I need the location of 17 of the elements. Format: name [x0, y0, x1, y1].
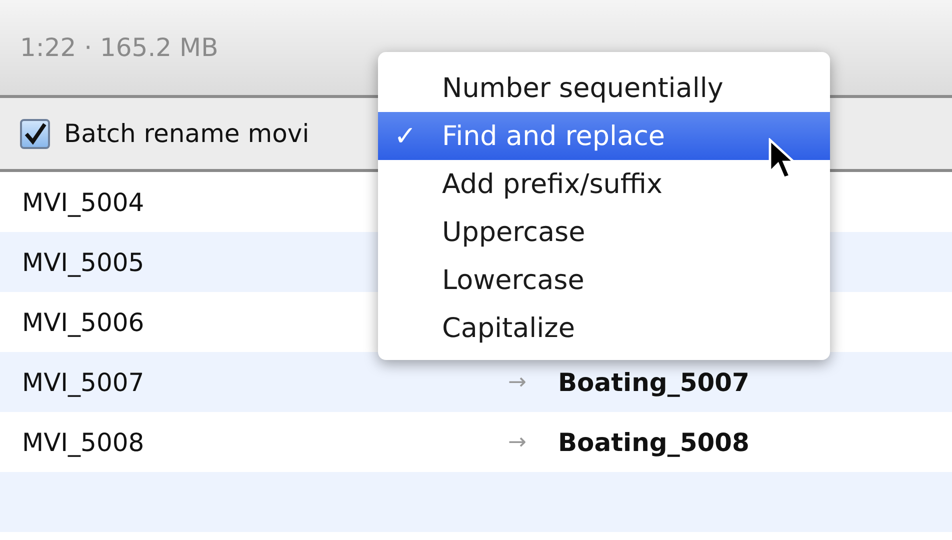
- original-name: MVI_5007: [22, 368, 146, 396]
- menu-item[interactable]: Lowercase: [378, 256, 830, 304]
- movie-info: 1:22 · 165.2 MB: [20, 33, 218, 62]
- menu-item[interactable]: ✓ Find and replace: [378, 112, 830, 160]
- menu-item[interactable]: Number sequentially: [378, 64, 830, 112]
- original-name: MVI_5008: [22, 428, 146, 456]
- arrow-glyph: →: [508, 430, 528, 454]
- checkbox[interactable]: [20, 118, 50, 148]
- new-name: Boating_5007: [558, 368, 750, 396]
- menu-item[interactable]: Uppercase: [378, 208, 830, 256]
- menu-item[interactable]: Capitalize: [378, 304, 830, 352]
- original-name: MVI_5004: [22, 188, 146, 216]
- new-name: Boating_5008: [558, 428, 750, 456]
- menu-item[interactable]: Add prefix/suffix: [378, 160, 830, 208]
- original-name: MVI_5005: [22, 248, 146, 276]
- arrow-glyph: →: [508, 370, 528, 394]
- checkbox-label: Batch rename movi: [64, 119, 310, 148]
